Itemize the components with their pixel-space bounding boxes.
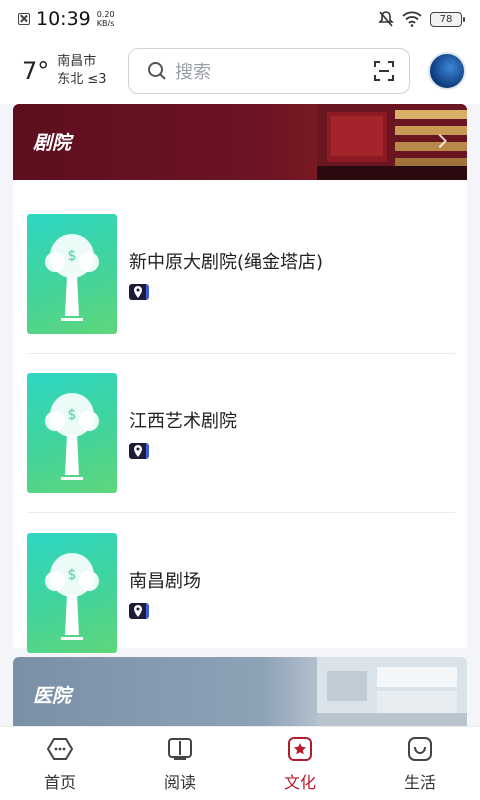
tree-thumbnail: $ — [27, 373, 117, 493]
network-speed-value: 0.20 — [96, 10, 115, 19]
nav-label-reading: 阅读 — [163, 772, 196, 792]
theater-name: 江西艺术剧院 — [129, 411, 237, 432]
header: 7° 南昌市 东北 ≤3 搜索 — [0, 38, 480, 104]
status-bar: 10:39 0.20 KB/s 78 — [0, 0, 480, 38]
book-icon — [168, 737, 192, 760]
nav-label-culture: 文化 — [283, 772, 316, 792]
status-time: 10:39 — [36, 8, 91, 30]
temperature: 7° — [22, 57, 50, 85]
search-icon — [148, 62, 166, 80]
weather-widget[interactable]: 7° 南昌市 东北 ≤3 — [22, 53, 122, 89]
content-area[interactable]: 剧院 $ 新中原大剧院(绳金塔店) $ 江西艺术剧院 $ 南昌剧场 医院 — [0, 104, 480, 726]
avatar[interactable] — [428, 52, 466, 90]
svg-text:$: $ — [68, 567, 77, 583]
home-icon — [46, 737, 74, 760]
section-title-theater: 剧院 — [33, 132, 72, 154]
theater-name: 南昌剧场 — [129, 570, 201, 592]
scan-icon[interactable] — [373, 60, 395, 82]
city-name: 南昌市 — [57, 54, 97, 69]
list-item[interactable]: $ 南昌剧场 — [27, 513, 455, 672]
wifi-icon — [402, 11, 422, 27]
hospital-room-image — [317, 657, 467, 726]
tree-icon: $ — [45, 234, 99, 321]
nav-culture[interactable]: 文化 — [240, 727, 360, 800]
nav-life[interactable]: 生活 — [360, 727, 480, 800]
section-title-hospital: 医院 — [33, 685, 72, 707]
battery-indicator: 78 — [430, 11, 465, 27]
location-pin-icon[interactable] — [129, 443, 149, 459]
nav-home[interactable]: 首页 — [0, 727, 120, 800]
theater-list: $ 新中原大剧院(绳金塔店) $ 江西艺术剧院 $ 南昌剧场 — [13, 180, 467, 653]
svg-text:$: $ — [68, 407, 77, 423]
list-item[interactable]: $ 新中原大剧院(绳金塔店) — [27, 195, 455, 354]
bottom-nav: 首页 阅读 文化 生活 — [0, 726, 480, 800]
search-input[interactable]: 搜索 — [175, 58, 373, 84]
hospital-section-banner[interactable]: 医院 — [13, 657, 467, 726]
tree-icon: $ — [45, 552, 99, 640]
search-bar[interactable]: 搜索 — [128, 48, 410, 94]
nav-label-home: 首页 — [43, 772, 76, 792]
wind-info: 东北 ≤3 — [57, 72, 107, 87]
nav-label-life: 生活 — [403, 772, 436, 792]
weather-info: 南昌市 东北 ≤3 — [57, 53, 106, 89]
location-pin-icon[interactable] — [129, 284, 149, 300]
tree-thumbnail: $ — [27, 214, 117, 334]
location-pin-icon[interactable] — [129, 602, 149, 619]
notification-x-icon — [18, 13, 30, 25]
nav-reading[interactable]: 阅读 — [120, 727, 240, 800]
network-speed-unit: KB/s — [96, 19, 115, 28]
life-icon — [408, 736, 432, 761]
star-icon — [288, 736, 312, 761]
theater-name: 新中原大剧院(绳金塔店) — [129, 252, 324, 273]
mute-bell-icon — [378, 11, 394, 27]
tree-icon: $ — [45, 393, 99, 480]
tree-thumbnail: $ — [27, 532, 117, 653]
svg-text:$: $ — [68, 248, 77, 264]
theater-section-banner[interactable]: 剧院 — [13, 104, 467, 180]
network-speed: 0.20 KB/s — [97, 10, 115, 28]
list-item[interactable]: $ 江西艺术剧院 — [27, 354, 455, 513]
